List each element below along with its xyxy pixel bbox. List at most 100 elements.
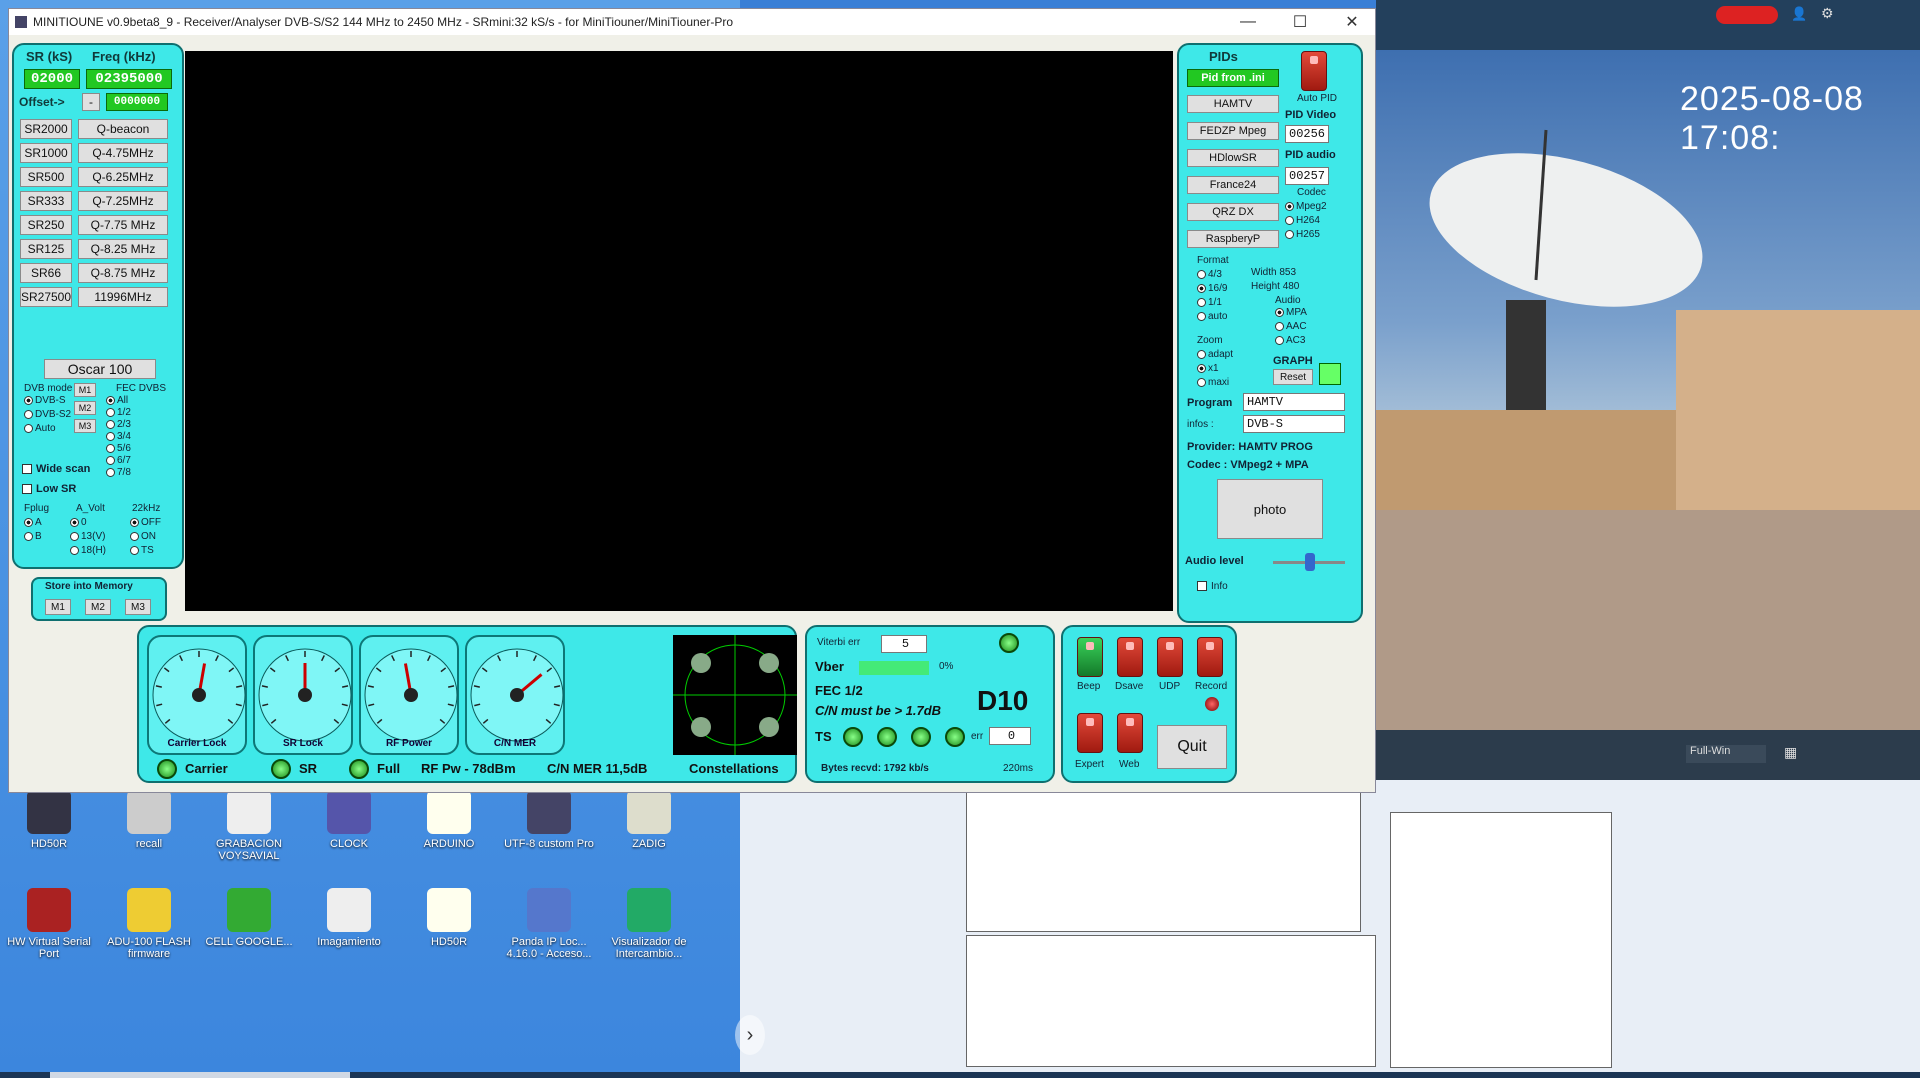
dvb-mode-radio[interactable]: DVB-S — [24, 395, 66, 406]
preset-button[interactable]: FEDZP Mpeg — [1187, 122, 1279, 140]
user-icon[interactable]: 👤 — [1791, 6, 1807, 22]
freq-preset-button[interactable]: Q-4.75MHz — [78, 143, 168, 163]
preset-button[interactable]: RaspberyP — [1187, 230, 1279, 248]
graph-indicator[interactable] — [1319, 363, 1341, 385]
auto-pid-toggle[interactable] — [1301, 51, 1327, 91]
freq-preset-button[interactable]: Q-8.25 MHz — [78, 239, 168, 259]
freq-preset-button[interactable]: Q-7.75 MHz — [78, 215, 168, 235]
web-toggle[interactable] — [1117, 713, 1143, 753]
dsave-toggle[interactable] — [1117, 637, 1143, 677]
desktop-icon[interactable]: ADU-100 FLASH firmware — [104, 888, 194, 960]
dvb-m-button[interactable]: M2 — [74, 401, 96, 415]
dvb-m-button[interactable]: M1 — [74, 383, 96, 397]
audio-radio[interactable]: MPA — [1275, 307, 1307, 318]
audio-radio[interactable]: AC3 — [1275, 335, 1305, 346]
freq-preset-button[interactable]: Q-7.25MHz — [78, 191, 168, 211]
program-field[interactable]: HAMTV — [1243, 393, 1345, 411]
photo-button[interactable]: photo — [1217, 479, 1323, 539]
sr-button[interactable]: SR1000 — [20, 143, 72, 163]
expert-toggle[interactable] — [1077, 713, 1103, 753]
freq-preset-button[interactable]: 11996MHz — [78, 287, 168, 307]
avolt-radio[interactable]: 18(H) — [70, 545, 106, 556]
low-sr-checkbox[interactable]: Low SR — [22, 483, 76, 495]
fec-radio[interactable]: 3/4 — [106, 431, 131, 442]
pid-audio-field[interactable]: 00257 — [1285, 167, 1329, 185]
format-radio[interactable]: 4/3 — [1197, 269, 1222, 280]
thumbnail-log[interactable] — [1390, 812, 1612, 1068]
desktop-icon[interactable]: CELL GOOGLE... — [204, 888, 294, 948]
pid-from-ini-button[interactable]: Pid from .ini — [1187, 69, 1279, 87]
sr-value[interactable]: 02000 — [24, 69, 80, 89]
desktop-icon[interactable]: GRABACION VOYSAVIAL — [204, 790, 294, 862]
oscar100-button[interactable]: Oscar 100 — [44, 359, 156, 379]
desktop-icon[interactable]: Visualizador de Intercambio... — [604, 888, 694, 960]
khz-radio[interactable]: ON — [130, 531, 156, 542]
notification-badge[interactable] — [1716, 6, 1778, 24]
dvb-mode-radio[interactable]: Auto — [24, 423, 56, 434]
beep-toggle[interactable] — [1077, 637, 1103, 677]
desktop-icon[interactable]: CLOCK — [304, 790, 394, 850]
sr-button[interactable]: SR125 — [20, 239, 72, 259]
view-select[interactable]: Full-Win — [1686, 745, 1766, 763]
codec-radio[interactable]: Mpeg2 — [1285, 201, 1327, 212]
dvb-mode-radio[interactable]: DVB-S2 — [24, 409, 71, 420]
sr-button[interactable]: SR66 — [20, 263, 72, 283]
fec-radio[interactable]: 7/8 — [106, 467, 131, 478]
sr-button[interactable]: SR27500 — [20, 287, 72, 307]
freq-preset-button[interactable]: Q-6.25MHz — [78, 167, 168, 187]
khz-radio[interactable]: TS — [130, 545, 154, 556]
quit-button[interactable]: Quit — [1157, 725, 1227, 769]
zoom-radio[interactable]: x1 — [1197, 363, 1219, 374]
preset-button[interactable]: HAMTV — [1187, 95, 1279, 113]
zoom-radio[interactable]: maxi — [1197, 377, 1229, 388]
audio-level-handle[interactable] — [1305, 553, 1315, 571]
desktop-icon[interactable]: ARDUINO — [404, 790, 494, 850]
desktop-icon[interactable]: HD50R — [404, 888, 494, 948]
desktop-icon[interactable]: Panda IP Loc... 4.16.0 - Acceso... — [504, 888, 594, 960]
khz-radio[interactable]: OFF — [130, 517, 161, 528]
gear-icon[interactable]: ⚙ — [1821, 5, 1834, 22]
info-checkbox[interactable]: Info — [1197, 581, 1228, 592]
pid-video-field[interactable]: 00256 — [1285, 125, 1329, 143]
codec-radio[interactable]: H264 — [1285, 215, 1320, 226]
infos-field[interactable]: DVB-S — [1243, 415, 1345, 433]
record-toggle[interactable] — [1197, 637, 1223, 677]
desktop-icon[interactable]: HW Virtual Serial Port — [4, 888, 94, 960]
format-radio[interactable]: 1/1 — [1197, 297, 1222, 308]
preset-button[interactable]: HDlowSR — [1187, 149, 1279, 167]
store-m3-button[interactable]: M3 — [125, 599, 151, 615]
avolt-radio[interactable]: 0 — [70, 517, 87, 528]
store-m1-button[interactable]: M1 — [45, 599, 71, 615]
preset-button[interactable]: France24 — [1187, 176, 1279, 194]
thumbnail-app[interactable] — [966, 935, 1376, 1067]
reset-button[interactable]: Reset — [1273, 369, 1313, 385]
sr-button[interactable]: SR500 — [20, 167, 72, 187]
sr-button[interactable]: SR333 — [20, 191, 72, 211]
freq-preset-button[interactable]: Q-8.75 MHz — [78, 263, 168, 283]
chevron-right-icon[interactable]: › — [735, 1015, 765, 1055]
fec-radio[interactable]: 6/7 — [106, 455, 131, 466]
minimize-button[interactable]: — — [1225, 13, 1271, 31]
offset-sign-button[interactable]: - — [82, 93, 100, 111]
sr-button[interactable]: SR2000 — [20, 119, 72, 139]
fplug-radio[interactable]: B — [24, 531, 42, 542]
desktop-icon[interactable]: recall — [104, 790, 194, 850]
freq-preset-button[interactable]: Q-beacon — [78, 119, 168, 139]
offset-value[interactable]: 0000000 — [106, 93, 168, 111]
desktop-icon[interactable]: ZADIG — [604, 790, 694, 850]
thumbnail-minitioune[interactable] — [966, 792, 1361, 932]
fec-radio[interactable]: 1/2 — [106, 407, 131, 418]
maximize-button[interactable]: ☐ — [1277, 12, 1323, 32]
sr-button[interactable]: SR250 — [20, 215, 72, 235]
desktop-icon[interactable]: UTF-8 custom Pro — [504, 790, 594, 850]
avolt-radio[interactable]: 13(V) — [70, 531, 105, 542]
fec-radio[interactable]: 2/3 — [106, 419, 131, 430]
fec-radio[interactable]: 5/6 — [106, 443, 131, 454]
video-display[interactable] — [185, 51, 1173, 611]
freq-value[interactable]: 02395000 — [86, 69, 172, 89]
dvb-m-button[interactable]: M3 — [74, 419, 96, 433]
grid-icon[interactable]: ▦ — [1784, 744, 1797, 761]
format-radio[interactable]: 16/9 — [1197, 283, 1227, 294]
preset-button[interactable]: QRZ DX — [1187, 203, 1279, 221]
close-button[interactable]: ✕ — [1329, 12, 1375, 32]
